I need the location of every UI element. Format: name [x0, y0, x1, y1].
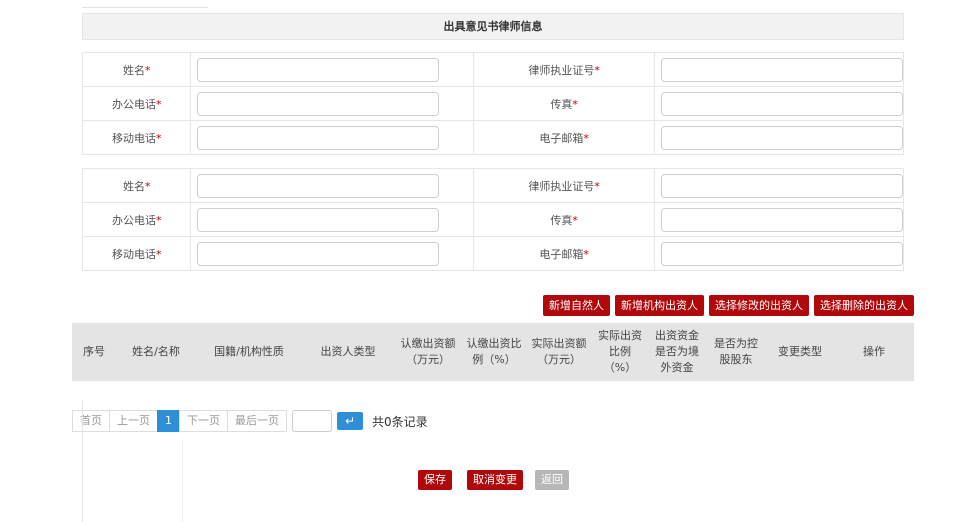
license-input[interactable] — [661, 57, 903, 82]
col-change-type: 变更类型 — [778, 345, 822, 358]
name-label: 姓名* — [81, 52, 192, 87]
email-cell — [654, 236, 904, 271]
name-label: 姓名* — [81, 168, 192, 203]
col-operation: 操作 — [863, 345, 885, 358]
email-input[interactable] — [661, 125, 903, 150]
mobile-cell — [190, 236, 475, 271]
office-phone-cell — [190, 86, 475, 121]
col-paid-amount: 实际出资额 （万元） — [531, 337, 587, 366]
page-1-button[interactable]: 1 — [157, 410, 180, 432]
office-phone-input[interactable] — [197, 207, 440, 232]
col-index: 序号 — [83, 345, 105, 358]
col-foreign-funds: 出资资金 是否为境 外资金 — [655, 329, 699, 374]
page: 出具意见书律师信息 姓名* 律师执业证号* 办公电话* 传真* 移动电话* 电子… — [0, 0, 979, 522]
fax-input[interactable] — [661, 91, 903, 116]
mobile-input[interactable] — [197, 241, 440, 266]
back-button[interactable]: 返回 — [535, 470, 569, 490]
license-cell — [654, 52, 904, 87]
col-paid-ratio: 实际出资 比例 （%） — [598, 329, 642, 374]
office-phone-label: 办公电话* — [81, 202, 192, 237]
email-label: 电子邮箱* — [473, 236, 655, 271]
select-delete-investor-button[interactable]: 选择删除的出资人 — [814, 295, 914, 316]
go-page-button[interactable]: ↵ — [337, 412, 363, 430]
mobile-input[interactable] — [197, 125, 440, 150]
col-subscribed-ratio: 认缴出资比 例（%） — [466, 337, 522, 366]
fax-cell — [654, 86, 904, 121]
mobile-label: 移动电话* — [81, 236, 192, 271]
col-subscribed-amount: 认缴出资额 （万元） — [400, 337, 456, 366]
fax-cell — [654, 202, 904, 237]
enter-arrow-icon: ↵ — [344, 414, 356, 428]
mobile-cell — [190, 120, 475, 155]
name-input[interactable] — [197, 57, 440, 82]
save-button[interactable]: 保存 — [418, 470, 452, 490]
add-org-investor-button[interactable]: 新增机构出资人 — [615, 295, 704, 316]
col-controlling-holder: 是否为控 股股东 — [714, 337, 758, 366]
first-page-button[interactable]: 首页 — [72, 410, 110, 432]
last-page-button[interactable]: 最后一页 — [227, 410, 287, 432]
fax-label: 传真* — [473, 202, 655, 237]
lawyer-form-2: 姓名* 律师执业证号* 办公电话* 传真* 移动电话* 电子邮箱* — [81, 168, 904, 271]
select-modify-investor-button[interactable]: 选择修改的出资人 — [709, 295, 809, 316]
content-divider — [182, 440, 183, 522]
name-input[interactable] — [197, 173, 440, 198]
left-border — [82, 400, 83, 522]
office-phone-cell — [190, 202, 475, 237]
email-cell — [654, 120, 904, 155]
pagination: 首页 上一页 1 下一页 最后一页 ↵ 共0条记录 — [72, 410, 428, 432]
section-title: 出具意见书律师信息 — [82, 13, 904, 40]
name-cell — [190, 52, 475, 87]
next-page-button[interactable]: 下一页 — [179, 410, 228, 432]
prev-page-button[interactable]: 上一页 — [109, 410, 158, 432]
email-input[interactable] — [661, 241, 903, 266]
license-label: 律师执业证号* — [473, 52, 655, 87]
investor-table-header: 序号 姓名/名称 国籍/机构性质 出资人类型 认缴出资额 （万元） 认缴出资比 … — [72, 323, 914, 381]
col-name: 姓名/名称 — [132, 345, 180, 358]
license-cell — [654, 168, 904, 203]
fax-label: 传真* — [473, 86, 655, 121]
tab-underline — [82, 7, 208, 8]
mobile-label: 移动电话* — [81, 120, 192, 155]
license-input[interactable] — [661, 173, 903, 198]
office-phone-label: 办公电话* — [81, 86, 192, 121]
col-nationality: 国籍/机构性质 — [214, 345, 284, 358]
page-number-input[interactable] — [292, 410, 332, 432]
total-records: 共0条记录 — [372, 414, 428, 429]
fax-input[interactable] — [661, 207, 903, 232]
email-label: 电子邮箱* — [473, 120, 655, 155]
investor-action-bar: 新增自然人 新增机构出资人 选择修改的出资人 选择删除的出资人 — [543, 295, 914, 316]
name-cell — [190, 168, 475, 203]
col-investor-type: 出资人类型 — [320, 345, 376, 358]
office-phone-input[interactable] — [197, 91, 440, 116]
cancel-change-button[interactable]: 取消变更 — [467, 470, 523, 490]
add-natural-person-button[interactable]: 新增自然人 — [543, 295, 610, 316]
lawyer-form-1: 姓名* 律师执业证号* 办公电话* 传真* 移动电话* 电子邮箱* — [81, 52, 904, 155]
license-label: 律师执业证号* — [473, 168, 655, 203]
